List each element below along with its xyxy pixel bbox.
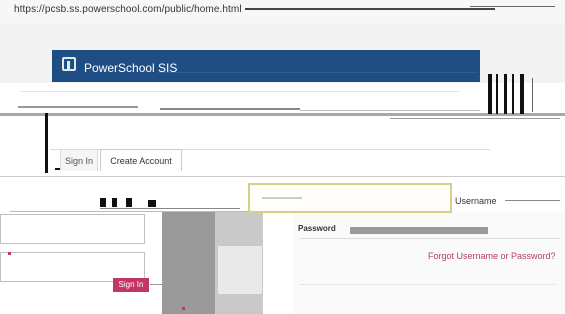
glitch-dot (182, 307, 185, 310)
glitch-mark (112, 198, 117, 207)
glitch-line (300, 110, 480, 111)
input-field[interactable] (0, 214, 145, 244)
glitch-strip (0, 113, 565, 116)
glitch-block (218, 246, 262, 294)
divider (0, 176, 565, 177)
powerschool-logo-icon (62, 57, 76, 71)
divider (100, 208, 240, 209)
tab-sign-in[interactable]: Sign In (60, 149, 98, 171)
glitch-stripe (512, 74, 514, 114)
browser-address-bar[interactable]: https://pcsb.ss.powerschool.com/public/h… (0, 0, 565, 24)
glitch-mark (148, 200, 156, 207)
glitch-stripe (532, 78, 533, 112)
glitch-stripe (504, 74, 507, 114)
address-bar-right-line (470, 6, 555, 7)
password-input[interactable] (350, 227, 488, 234)
glitch-dot (8, 252, 11, 255)
glitch-line (390, 118, 560, 119)
glitch-mark (126, 198, 132, 207)
url-text[interactable]: https://pcsb.ss.powerschool.com/public/h… (14, 4, 495, 15)
divider (300, 284, 555, 285)
divider (10, 211, 250, 212)
glitch-stripe (520, 74, 524, 114)
username-input[interactable] (248, 183, 452, 213)
glitch-line (160, 108, 300, 110)
password-label: Password (298, 224, 336, 233)
glitch-stripe (488, 74, 492, 114)
divider (300, 238, 560, 239)
header-divider (158, 72, 478, 73)
glitch-mark (100, 198, 106, 207)
sign-in-button[interactable]: Sign In (113, 278, 149, 292)
username-label: Username (455, 196, 497, 206)
glitch-line (20, 91, 460, 92)
forgot-credentials-link[interactable]: Forgot Username or Password? (428, 251, 556, 261)
render-tear (45, 113, 48, 173)
glitch-stripe (496, 74, 498, 114)
divider (150, 284, 165, 285)
tab-create-account[interactable]: Create Account (100, 149, 182, 171)
divider (505, 200, 560, 201)
glitch-line (18, 106, 138, 108)
